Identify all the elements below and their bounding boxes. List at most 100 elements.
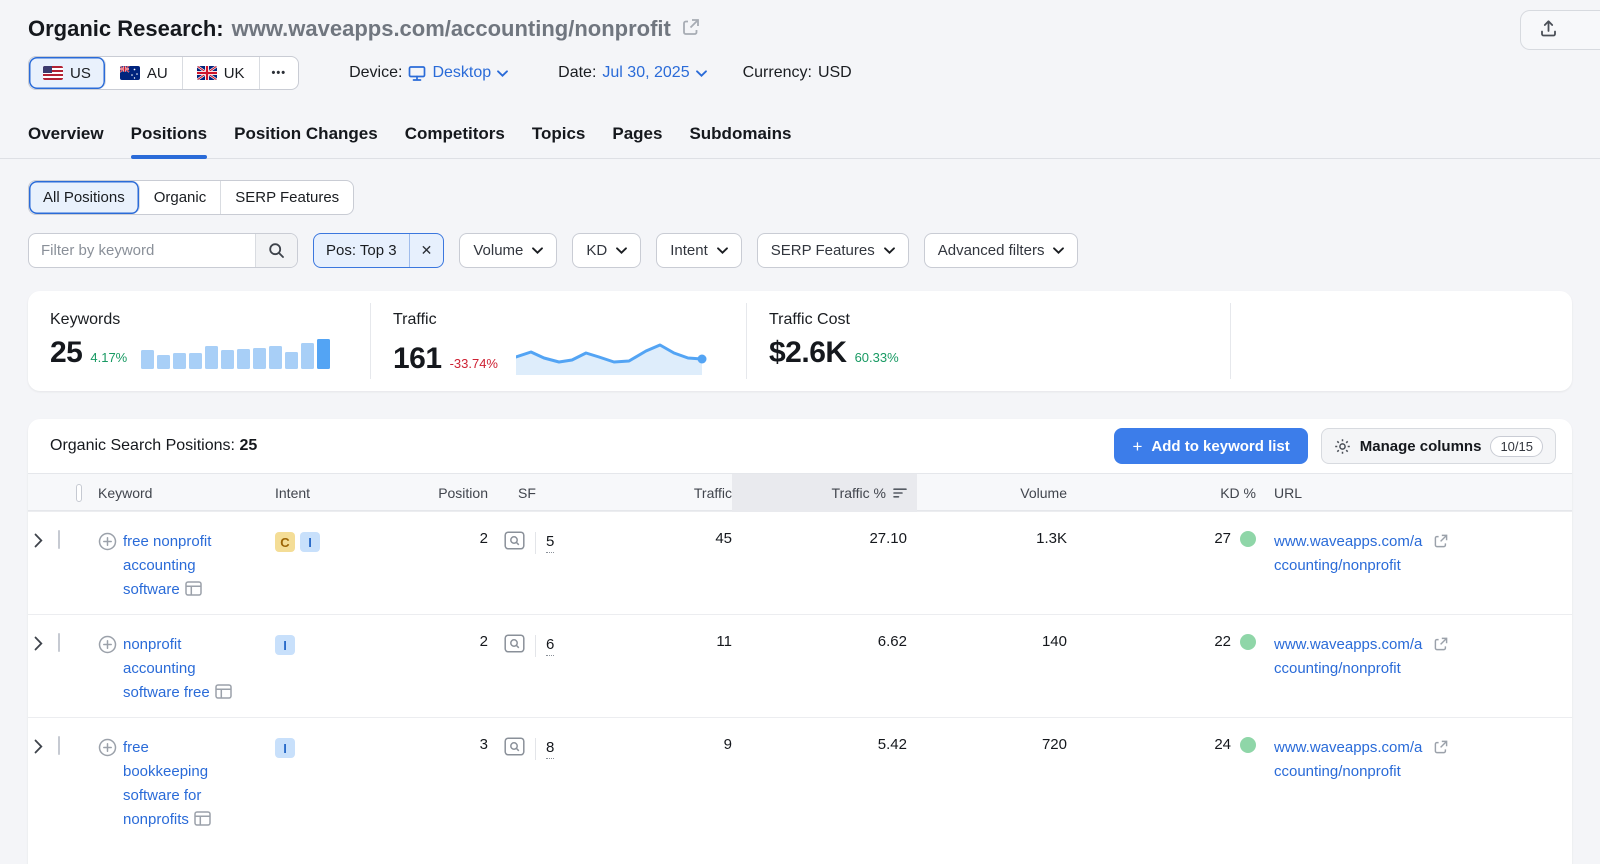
keyword-link[interactable]: nonprofit accounting software free <box>123 633 237 707</box>
table-count: 25 <box>239 437 257 454</box>
serp-preview-icon[interactable] <box>504 634 525 657</box>
country-tab-us[interactable]: US <box>29 57 106 89</box>
kd-filter-dropdown[interactable]: KD <box>572 233 641 268</box>
position-value: 2 <box>377 530 492 547</box>
external-link-icon[interactable] <box>681 17 701 42</box>
chevron-right-icon <box>34 739 43 754</box>
kd-difficulty-dot <box>1240 737 1256 753</box>
external-link-icon[interactable] <box>1433 533 1449 578</box>
device-dropdown[interactable]: Desktop <box>408 64 508 82</box>
result-url-link[interactable]: www.waveapps.com/accounting/nonprofit <box>1274 736 1426 784</box>
segment-serp-features[interactable]: SERP Features <box>221 181 353 214</box>
keyword-link[interactable]: free nonprofit accounting software <box>123 530 237 604</box>
segment-all-positions[interactable]: All Positions <box>29 181 140 214</box>
chevron-right-icon <box>34 636 43 651</box>
add-to-keyword-list-button[interactable]: + Add to keyword list <box>1114 428 1307 464</box>
advanced-filters-dropdown[interactable]: Advanced filters <box>924 233 1079 268</box>
keywords-trend-bars[interactable] <box>141 337 330 369</box>
report-tabs: Overview Positions Position Changes Comp… <box>0 124 1600 159</box>
column-header-volume[interactable]: Volume <box>917 474 1077 512</box>
export-icon <box>1539 19 1558 41</box>
column-header-keyword[interactable]: Keyword <box>82 474 257 512</box>
keyword-filter-input[interactable] <box>29 234 255 267</box>
sf-count-link[interactable]: 5 <box>546 533 554 553</box>
intent-badge-I: I <box>275 738 295 758</box>
serp-preview-icon[interactable] <box>504 737 525 760</box>
column-header-url[interactable]: URL <box>1262 474 1572 512</box>
expand-row-button[interactable] <box>28 736 52 758</box>
intent-filter-dropdown[interactable]: Intent <box>656 233 742 268</box>
volume-filter-dropdown[interactable]: Volume <box>459 233 557 268</box>
serp-features-filter-dropdown[interactable]: SERP Features <box>757 233 909 268</box>
device-selector: Device: Desktop <box>349 64 508 82</box>
row-checkbox[interactable] <box>58 736 60 755</box>
tab-competitors[interactable]: Competitors <box>405 124 505 158</box>
serp-snapshot-icon[interactable] <box>215 683 232 707</box>
more-countries-button[interactable]: ••• <box>260 57 299 89</box>
search-button[interactable] <box>255 234 297 267</box>
tab-topics[interactable]: Topics <box>532 124 586 158</box>
expand-row-button[interactable] <box>28 530 52 552</box>
device-value: Desktop <box>432 64 491 82</box>
traffic-pct-value: 6.62 <box>732 633 917 650</box>
dropdown-label: SERP Features <box>771 242 875 259</box>
row-checkbox[interactable] <box>58 530 60 549</box>
result-url-link[interactable]: www.waveapps.com/accounting/nonprofit <box>1274 633 1426 681</box>
divider <box>535 738 536 760</box>
traffic-stat-change: -33.74% <box>450 356 498 375</box>
dropdown-label: Advanced filters <box>938 242 1045 259</box>
tab-pages[interactable]: Pages <box>612 124 662 158</box>
column-header-traffic-pct[interactable]: Traffic % <box>732 474 917 512</box>
kd-value: 24 <box>1214 736 1231 753</box>
keywords-stat-value: 25 <box>50 337 82 369</box>
traffic-sparkline[interactable] <box>516 337 712 377</box>
column-header-position[interactable]: Position <box>377 474 492 512</box>
divider <box>535 635 536 657</box>
serp-preview-icon[interactable] <box>504 531 525 554</box>
add-button-label: Add to keyword list <box>1151 438 1289 455</box>
result-url-link[interactable]: www.waveapps.com/accounting/nonprofit <box>1274 530 1426 578</box>
add-keyword-icon[interactable] <box>98 738 117 834</box>
traffic-cost-stat-value: $2.6K <box>769 337 847 369</box>
kd-difficulty-dot <box>1240 531 1256 547</box>
column-header-kd[interactable]: KD % <box>1077 474 1262 512</box>
intent-badges: CI <box>257 530 377 552</box>
tab-subdomains[interactable]: Subdomains <box>689 124 791 158</box>
url-text: www.waveapps.com/accounting/nonprofit <box>1274 736 1426 784</box>
intent-badge-I: I <box>275 635 295 655</box>
keywords-stat-label: Keywords <box>50 311 370 329</box>
add-keyword-icon[interactable] <box>98 532 117 604</box>
export-button[interactable] <box>1520 10 1600 50</box>
chip-label[interactable]: Pos: Top 3 <box>314 242 409 259</box>
kd-difficulty-dot <box>1240 634 1256 650</box>
tab-overview[interactable]: Overview <box>28 124 104 158</box>
column-header-traffic[interactable]: Traffic <box>622 474 732 512</box>
country-tab-au[interactable]: AU <box>106 57 183 89</box>
tab-position-changes[interactable]: Position Changes <box>234 124 378 158</box>
traffic-value: 45 <box>622 530 732 547</box>
external-link-icon[interactable] <box>1433 636 1449 681</box>
column-header-intent[interactable]: Intent <box>257 474 377 512</box>
remove-filter-icon[interactable]: ✕ <box>409 234 444 267</box>
country-tab-uk[interactable]: UK <box>183 57 260 89</box>
dropdown-label: Volume <box>473 242 523 259</box>
add-keyword-icon[interactable] <box>98 635 117 707</box>
keyword-link[interactable]: free bookkeeping software for nonprofits <box>123 736 237 834</box>
column-header-sf[interactable]: SF <box>492 474 622 512</box>
external-link-icon[interactable] <box>1433 739 1449 784</box>
sf-count-link[interactable]: 8 <box>546 739 554 759</box>
sf-count-link[interactable]: 6 <box>546 636 554 656</box>
segment-organic[interactable]: Organic <box>140 181 222 214</box>
traffic-pct-value: 5.42 <box>732 736 917 753</box>
manage-columns-button[interactable]: Manage columns 10/15 <box>1321 428 1556 464</box>
row-checkbox[interactable] <box>58 633 60 652</box>
manage-button-label: Manage columns <box>1360 438 1482 455</box>
divider <box>535 532 536 554</box>
tab-positions[interactable]: Positions <box>131 124 208 158</box>
date-dropdown[interactable]: Jul 30, 2025 <box>602 64 706 82</box>
expand-row-button[interactable] <box>28 633 52 655</box>
columns-count-badge: 10/15 <box>1490 436 1543 457</box>
position-filter-chip: Pos: Top 3 ✕ <box>313 233 444 268</box>
serp-snapshot-icon[interactable] <box>185 580 202 604</box>
serp-snapshot-icon[interactable] <box>194 810 211 834</box>
